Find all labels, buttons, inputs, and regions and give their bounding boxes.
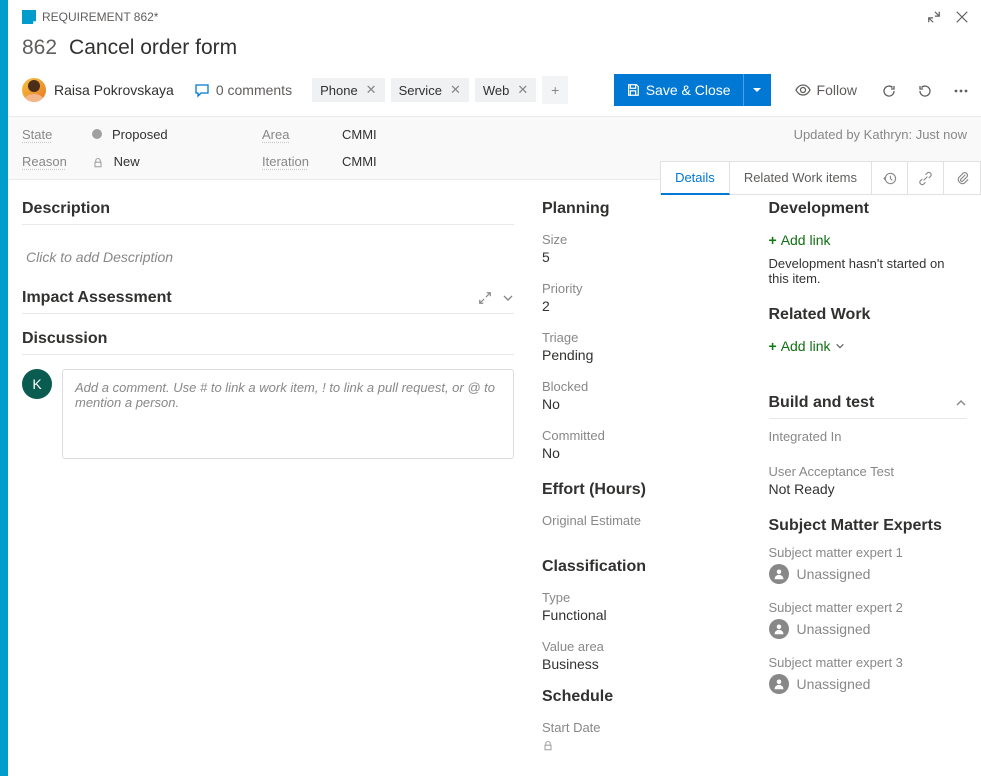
- sme-label: Subject matter expert 3: [769, 655, 968, 670]
- updated-by-text: Updated by Kathryn: Just now: [794, 127, 967, 142]
- tag-item[interactable]: Service✕: [391, 78, 469, 102]
- development-empty-text: Development hasn't started on this item.: [769, 256, 968, 286]
- add-related-link[interactable]: + Add link: [769, 338, 968, 354]
- priority-label: Priority: [542, 281, 741, 296]
- work-item-breadcrumb: REQUIREMENT 862*: [42, 10, 927, 24]
- planning-heading: Planning: [542, 200, 741, 218]
- discussion-heading: Discussion: [22, 330, 514, 355]
- area-label: Area: [262, 127, 332, 142]
- triage-value[interactable]: Pending: [542, 347, 741, 363]
- collapse-icon[interactable]: [927, 10, 941, 24]
- comments-button[interactable]: 0 comments: [194, 82, 292, 98]
- save-dropdown-button[interactable]: [743, 74, 771, 106]
- sme-heading: Subject Matter Experts: [769, 517, 968, 535]
- committed-label: Committed: [542, 428, 741, 443]
- history-icon[interactable]: [872, 162, 908, 194]
- start-date-label: Start Date: [542, 720, 741, 735]
- chevron-down-icon[interactable]: [502, 289, 514, 307]
- build-test-heading: Build and test: [769, 394, 875, 412]
- assignee-picker[interactable]: Raisa Pokrovskaya: [22, 78, 174, 102]
- priority-value[interactable]: 2: [542, 298, 741, 314]
- development-heading: Development: [769, 200, 968, 218]
- save-button-label: Save & Close: [646, 82, 731, 98]
- state-bar: State Proposed Area CMMI Updated by Kath…: [8, 116, 981, 180]
- current-user-avatar: K: [22, 369, 52, 399]
- work-item-type-icon: [22, 10, 36, 24]
- effort-heading: Effort (Hours): [542, 481, 741, 499]
- start-date-value[interactable]: [542, 737, 741, 753]
- type-value[interactable]: Functional: [542, 607, 741, 623]
- sme-picker[interactable]: Unassigned: [769, 619, 968, 639]
- value-area-value[interactable]: Business: [542, 656, 741, 672]
- person-icon: [769, 674, 789, 694]
- plus-icon: +: [769, 232, 777, 248]
- type-label: Type: [542, 590, 741, 605]
- person-icon: [769, 564, 789, 584]
- area-value[interactable]: CMMI: [342, 127, 784, 142]
- sme-picker[interactable]: Unassigned: [769, 564, 968, 584]
- tab-related-work-items[interactable]: Related Work items: [730, 162, 872, 194]
- size-label: Size: [542, 232, 741, 247]
- iteration-label: Iteration: [262, 154, 332, 169]
- tag-remove-icon[interactable]: ✕: [517, 82, 528, 98]
- reason-value[interactable]: New: [92, 154, 252, 169]
- triage-label: Triage: [542, 330, 741, 345]
- uat-label: User Acceptance Test: [769, 464, 968, 479]
- links-icon[interactable]: [908, 162, 944, 194]
- person-icon: [769, 619, 789, 639]
- integrated-in-label: Integrated In: [769, 429, 968, 444]
- plus-icon: +: [769, 338, 777, 354]
- tag-item[interactable]: Web✕: [475, 78, 536, 102]
- tags-list: Phone✕ Service✕ Web✕ +: [312, 76, 568, 104]
- committed-value[interactable]: No: [542, 445, 741, 461]
- blocked-label: Blocked: [542, 379, 741, 394]
- tabs-bar: Details Related Work items: [660, 161, 981, 195]
- original-estimate-label: Original Estimate: [542, 513, 741, 528]
- follow-button[interactable]: Follow: [791, 82, 861, 98]
- schedule-heading: Schedule: [542, 688, 741, 706]
- refresh-icon[interactable]: [881, 81, 897, 98]
- state-label: State: [22, 127, 82, 142]
- tag-add-button[interactable]: +: [542, 76, 568, 104]
- add-development-link[interactable]: + Add link: [769, 232, 968, 248]
- state-value[interactable]: Proposed: [92, 127, 252, 142]
- description-input[interactable]: Click to add Description: [22, 239, 514, 289]
- reason-label: Reason: [22, 154, 82, 169]
- collapse-section-icon[interactable]: [955, 394, 967, 412]
- sme-label: Subject matter expert 2: [769, 600, 968, 615]
- close-icon[interactable]: [955, 10, 969, 24]
- uat-value[interactable]: Not Ready: [769, 481, 968, 497]
- tag-item[interactable]: Phone✕: [312, 78, 385, 102]
- size-value[interactable]: 5: [542, 249, 741, 265]
- work-item-id: 862: [22, 36, 57, 60]
- save-and-close-button[interactable]: Save & Close: [614, 74, 771, 106]
- tab-details[interactable]: Details: [661, 162, 730, 195]
- assignee-name: Raisa Pokrovskaya: [54, 82, 174, 98]
- value-area-label: Value area: [542, 639, 741, 654]
- undo-icon[interactable]: [917, 81, 933, 98]
- work-item-title[interactable]: Cancel order form: [69, 36, 237, 60]
- description-heading: Description: [22, 200, 514, 225]
- comment-input[interactable]: Add a comment. Use # to link a work item…: [62, 369, 514, 459]
- classification-heading: Classification: [542, 558, 741, 576]
- related-work-heading: Related Work: [769, 306, 968, 324]
- expand-icon[interactable]: [478, 289, 492, 307]
- sme-picker[interactable]: Unassigned: [769, 674, 968, 694]
- tag-remove-icon[interactable]: ✕: [450, 82, 461, 98]
- assignee-avatar: [22, 78, 46, 102]
- more-actions-icon[interactable]: [953, 81, 969, 98]
- blocked-value[interactable]: No: [542, 396, 741, 412]
- tag-remove-icon[interactable]: ✕: [366, 82, 377, 98]
- chevron-down-icon: [835, 341, 845, 351]
- comments-count: 0 comments: [216, 82, 292, 98]
- attachments-icon[interactable]: [944, 162, 980, 194]
- impact-assessment-heading: Impact Assessment: [22, 289, 172, 307]
- sme-label: Subject matter expert 1: [769, 545, 968, 560]
- follow-label: Follow: [817, 82, 857, 98]
